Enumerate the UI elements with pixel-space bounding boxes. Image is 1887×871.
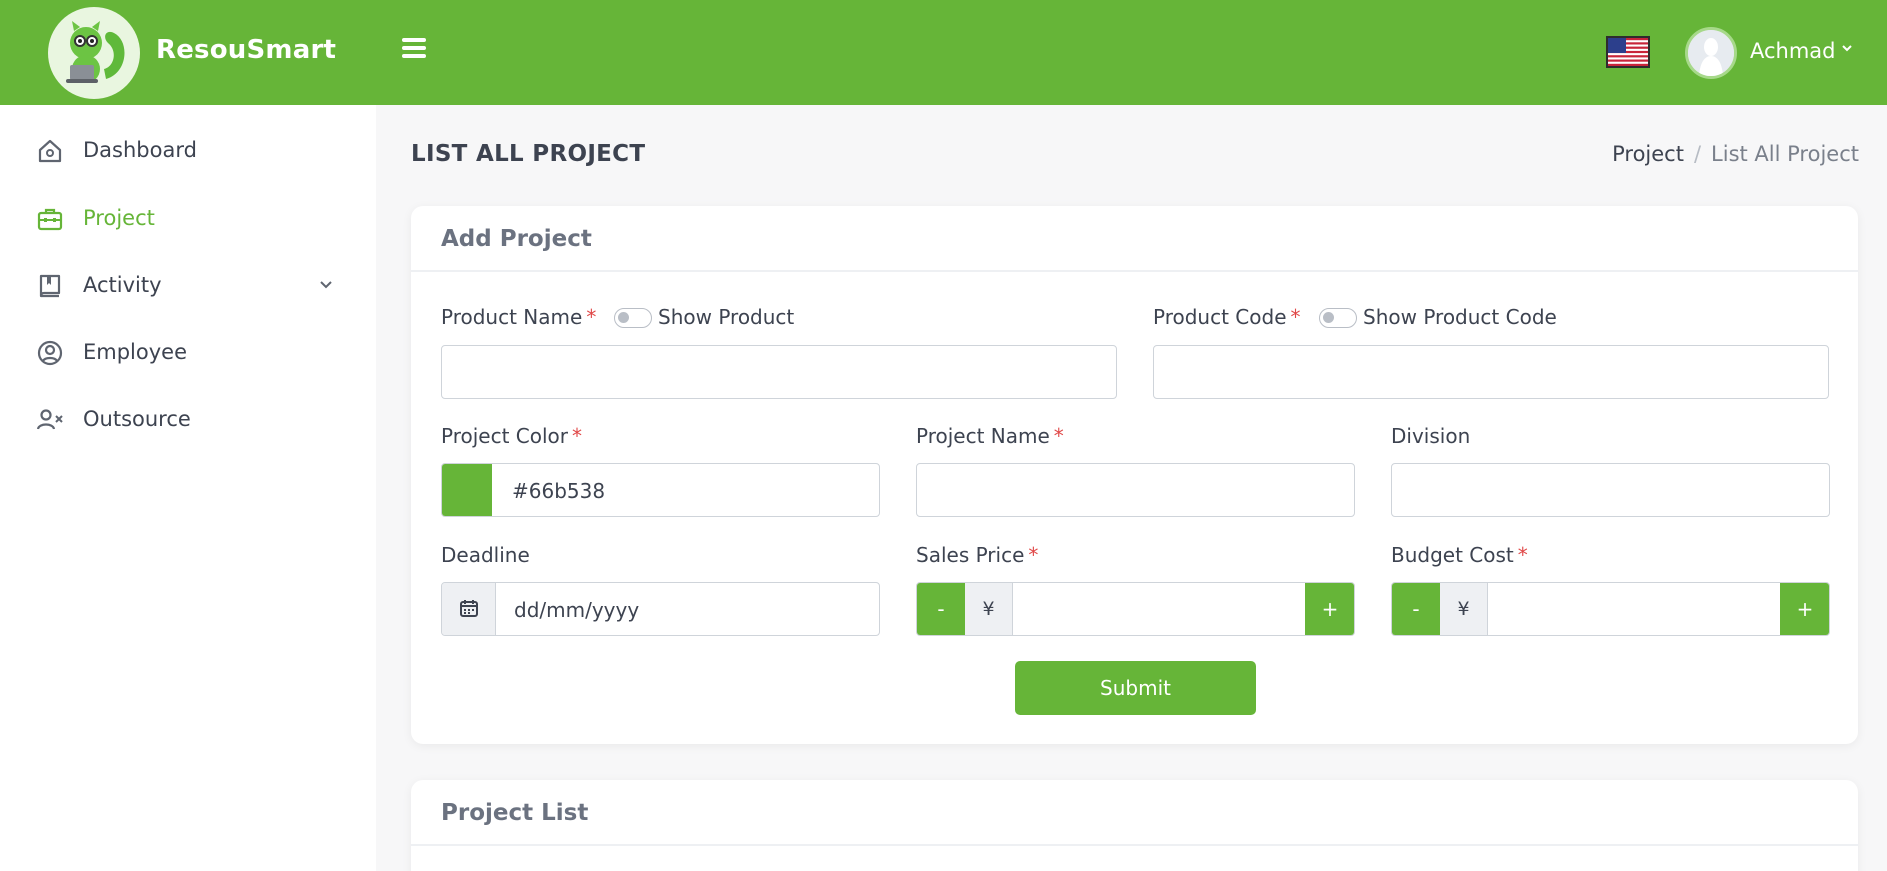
project-name-input[interactable] [916, 463, 1355, 517]
username[interactable]: Achmad [1750, 39, 1836, 63]
page-title: LIST ALL PROJECT [411, 141, 646, 167]
product-name-input[interactable] [441, 345, 1117, 399]
budget-cost-input[interactable] [1488, 583, 1780, 635]
breadcrumb-separator: / [1693, 142, 1702, 166]
home-icon [36, 137, 64, 165]
breadcrumb: Project / List All Project [1612, 142, 1859, 166]
project-name-label: Project Name * [916, 424, 1064, 448]
breadcrumb-current: List All Project [1711, 142, 1859, 166]
chevron-down-icon [318, 276, 334, 296]
sales-price-input[interactable] [1013, 583, 1305, 635]
color-swatch[interactable] [442, 464, 492, 516]
sidebar-item-employee[interactable]: Employee [0, 327, 376, 379]
briefcase-icon [36, 205, 64, 233]
division-input[interactable] [1391, 463, 1830, 517]
sidebar-item-label: Dashboard [83, 138, 197, 162]
show-product-label: Show Product [658, 305, 795, 329]
sidebar-item-label: Project [83, 206, 155, 230]
calendar-icon [459, 598, 479, 622]
show-product-code-label: Show Product Code [1363, 305, 1557, 329]
sales-price-currency: ¥ [965, 583, 1013, 635]
card-title: Add Project [441, 226, 592, 252]
sidebar-item-label: Outsource [83, 407, 191, 431]
sales-price-increment-button[interactable]: + [1305, 583, 1354, 635]
card-header: Add Project [411, 206, 1858, 272]
book-icon [36, 272, 64, 300]
product-code-input[interactable] [1153, 345, 1829, 399]
budget-cost-decrement-button[interactable]: - [1392, 583, 1440, 635]
add-project-card: Add Project Product Name * Show Product P… [411, 206, 1858, 744]
sales-price-decrement-button[interactable]: - [917, 583, 965, 635]
deadline-field[interactable]: dd/mm/yyyy [441, 582, 880, 636]
card-header: Project List [411, 780, 1858, 846]
user-x-icon [36, 406, 64, 434]
sidebar: Dashboard Project Activity Employee Outs… [0, 105, 376, 871]
budget-cost-label: Budget Cost * [1391, 543, 1528, 567]
sidebar-item-dashboard[interactable]: Dashboard [0, 125, 376, 177]
sales-price-field: - ¥ + [916, 582, 1355, 636]
us-flag-icon[interactable] [1606, 36, 1650, 68]
sales-price-label: Sales Price * [916, 543, 1039, 567]
menu-icon[interactable] [402, 38, 426, 60]
submit-button[interactable]: Submit [1015, 661, 1256, 715]
sidebar-item-label: Activity [83, 273, 162, 297]
calendar-addon [442, 583, 496, 635]
deadline-input[interactable]: dd/mm/yyyy [514, 598, 639, 622]
user-circle-icon [36, 339, 64, 367]
avatar[interactable] [1685, 27, 1737, 79]
division-label: Division [1391, 424, 1471, 448]
chevron-down-icon[interactable] [1840, 40, 1854, 59]
breadcrumb-parent[interactable]: Project [1612, 142, 1684, 166]
sidebar-item-project[interactable]: Project [0, 193, 376, 245]
deadline-label: Deadline [441, 543, 530, 567]
project-color-label: Project Color * [441, 424, 583, 448]
budget-cost-increment-button[interactable]: + [1780, 583, 1829, 635]
show-product-code-toggle[interactable] [1319, 308, 1357, 328]
sidebar-item-outsource[interactable]: Outsource [0, 394, 376, 446]
project-color-value[interactable]: #66b538 [512, 479, 605, 503]
product-code-label: Product Code * [1153, 305, 1301, 329]
card-title: Project List [441, 800, 589, 826]
project-list-card: Project List [411, 780, 1858, 871]
show-product-toggle[interactable] [614, 308, 652, 328]
product-name-label: Product Name * [441, 305, 597, 329]
brand-name[interactable]: ResouSmart [156, 35, 336, 65]
sidebar-item-label: Employee [83, 340, 188, 364]
budget-cost-currency: ¥ [1440, 583, 1488, 635]
squirrel-logo[interactable] [48, 7, 140, 99]
top-navbar: ResouSmart Achmad [0, 0, 1887, 105]
project-color-picker[interactable]: #66b538 [441, 463, 880, 517]
sidebar-item-activity[interactable]: Activity [0, 260, 376, 312]
budget-cost-field: - ¥ + [1391, 582, 1830, 636]
